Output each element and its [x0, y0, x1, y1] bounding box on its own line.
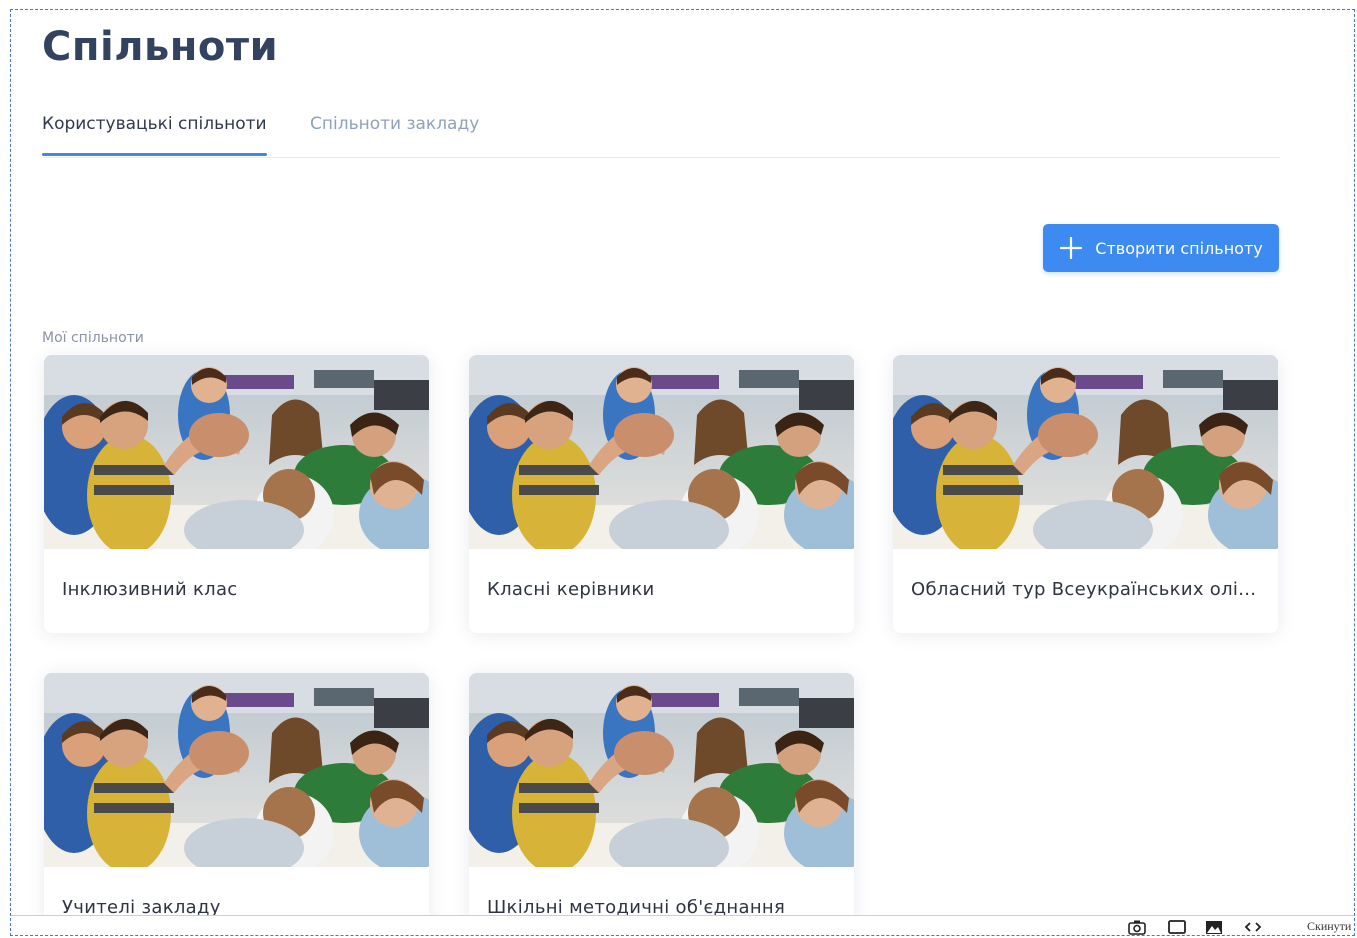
create-community-button[interactable]: Створити спільноту [1043, 224, 1279, 272]
community-title: Класні керівники [487, 579, 655, 600]
community-card[interactable]: Шкільні методичні об'єднання [469, 673, 854, 935]
community-card[interactable]: Класні керівники [469, 355, 854, 633]
image-icon[interactable] [1204, 919, 1224, 935]
camera-icon[interactable] [1127, 919, 1147, 935]
window-icon[interactable] [1167, 919, 1187, 935]
community-photo [469, 355, 854, 549]
community-photo [44, 355, 429, 549]
create-community-label: Створити спільноту [1095, 238, 1263, 258]
community-card[interactable]: Учителі закладу [44, 673, 429, 935]
community-photo [893, 355, 1278, 549]
community-title: Обласний тур Всеукраїнських олі... [911, 579, 1257, 600]
tab-institution-communities[interactable]: Спільноти закладу [310, 114, 479, 134]
community-title: Інклюзивний клас [62, 579, 238, 600]
reset-button[interactable]: Скинути [1307, 919, 1351, 934]
community-card[interactable]: Інклюзивний клас [44, 355, 429, 633]
plus-icon [1060, 236, 1083, 260]
community-photo [44, 673, 429, 867]
code-icon[interactable] [1243, 919, 1263, 935]
page-frame: Спільноти Користувацькі спільноти Спільн… [10, 9, 1355, 936]
my-communities-heading: Мої спільноти [42, 330, 144, 346]
community-card[interactable]: Обласний тур Всеукраїнських олі... [893, 355, 1278, 633]
tab-bar: Користувацькі спільноти Спільноти заклад… [42, 105, 1280, 158]
community-photo [469, 673, 854, 867]
tab-user-communities[interactable]: Користувацькі спільноти [42, 114, 267, 156]
page-title: Спільноти [42, 24, 279, 70]
bottom-toolbar: Скинути [11, 915, 1354, 935]
